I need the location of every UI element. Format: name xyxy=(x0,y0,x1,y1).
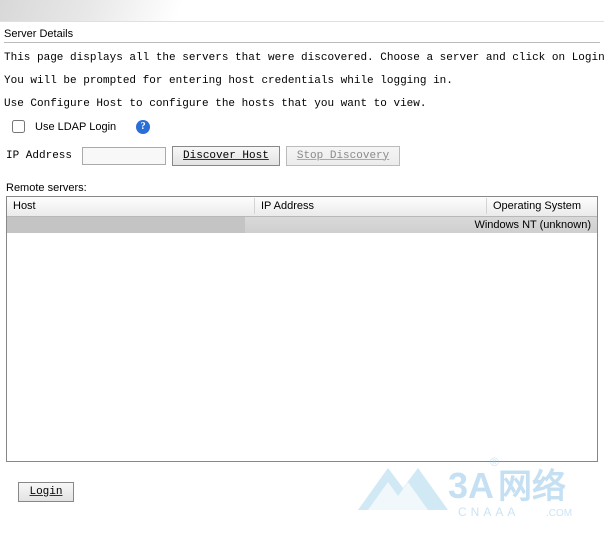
svg-text:.COM: .COM xyxy=(546,508,572,519)
ldap-label: Use LDAP Login xyxy=(35,121,116,133)
divider xyxy=(4,42,600,43)
remote-servers-label: Remote servers: xyxy=(6,182,600,194)
table-header: Host IP Address Operating System xyxy=(7,197,597,217)
stop-discovery-button[interactable]: Stop Discovery xyxy=(286,146,400,166)
remote-servers-table: Host IP Address Operating System Windows… xyxy=(6,196,598,462)
col-host[interactable]: Host xyxy=(7,198,255,214)
description-line-1: This page displays all the servers that … xyxy=(4,51,600,66)
svg-text:CNAAA: CNAAA xyxy=(458,505,519,519)
description-line-2: You will be prompted for entering host c… xyxy=(4,74,600,89)
col-ip[interactable]: IP Address xyxy=(255,198,487,214)
discover-host-button[interactable]: Discover Host xyxy=(172,146,280,166)
cell-os: Windows NT (unknown) xyxy=(468,219,597,231)
description-line-3: Use Configure Host to configure the host… xyxy=(4,97,600,112)
login-row: Login xyxy=(18,482,600,502)
ip-address-input[interactable] xyxy=(82,147,166,165)
ldap-row: Use LDAP Login ? xyxy=(12,120,600,134)
help-icon[interactable]: ? xyxy=(136,120,150,134)
page-title: Server Details xyxy=(4,28,600,40)
ldap-checkbox[interactable] xyxy=(12,120,25,133)
window-header xyxy=(0,0,604,22)
table-row[interactable]: Windows NT (unknown) xyxy=(7,217,597,233)
col-os[interactable]: Operating System xyxy=(487,198,597,214)
ip-label: IP Address xyxy=(6,150,72,162)
ip-row: IP Address Discover Host Stop Discovery xyxy=(6,146,600,166)
login-button[interactable]: Login xyxy=(18,482,74,502)
cell-host xyxy=(7,217,245,233)
